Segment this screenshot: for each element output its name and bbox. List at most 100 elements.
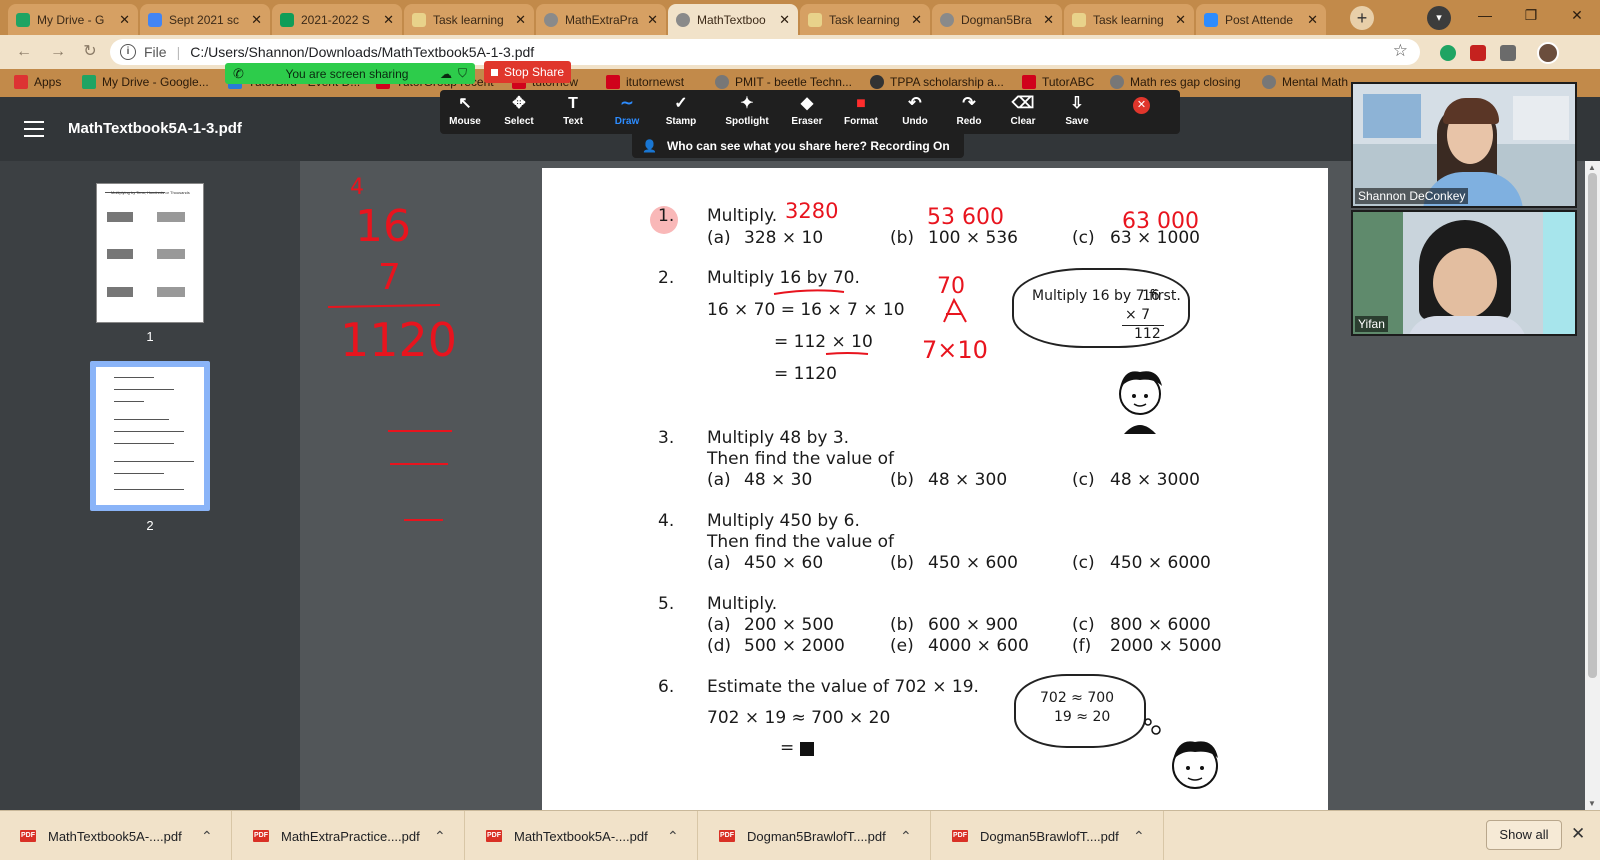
tab-3[interactable]: Task learning ✕ — [404, 4, 534, 35]
tool-format[interactable]: ■ Format — [836, 94, 886, 127]
tool-draw[interactable]: ∼ Draw — [602, 94, 652, 127]
thumb-block — [107, 287, 133, 297]
tool-select[interactable]: ✥ Select — [494, 94, 544, 127]
bookmark-tutorabc[interactable]: TutorABC — [1022, 75, 1094, 89]
scroll-down-icon[interactable]: ▼ — [1588, 799, 1596, 808]
part-label: (d) — [707, 636, 732, 656]
reload-button[interactable]: ↻ — [78, 41, 102, 63]
page-thumbnail-1[interactable]: Multiplying by Tens, Hundreds or Thousan… — [96, 183, 204, 323]
chevron-up-icon[interactable]: ⌃ — [667, 828, 697, 845]
task-icon — [808, 12, 822, 27]
page-thumbnail-2-selected[interactable] — [90, 361, 210, 511]
bookmark-pmit[interactable]: PMIT - beetle Techn... — [715, 75, 852, 89]
bookmark-star-icon[interactable]: ☆ — [1393, 41, 1408, 61]
tool-clear[interactable]: ⌫ Clear — [998, 94, 1048, 127]
download-item[interactable]: PDF MathTextbook5A-....pdf ⌃ — [0, 811, 232, 860]
download-item[interactable]: PDF MathExtraPractice....pdf ⌃ — [233, 811, 465, 860]
close-icon[interactable]: ✕ — [251, 12, 262, 28]
bookmark-my-drive[interactable]: My Drive - Google... — [82, 75, 209, 89]
page-thumbnail-2[interactable] — [96, 367, 204, 505]
close-icon[interactable]: ✕ — [119, 12, 130, 28]
extension-icon[interactable] — [1440, 45, 1456, 61]
forward-button[interactable]: → — [46, 41, 70, 63]
address-bar[interactable]: i File | C:/Users/Shannon/Downloads/Math… — [110, 39, 1420, 65]
thumb-line — [114, 389, 174, 390]
ublock-icon[interactable] — [1470, 45, 1486, 61]
scroll-thumb[interactable] — [1588, 173, 1597, 678]
bookmark-itutornewst[interactable]: itutornewst — [606, 75, 684, 89]
close-icon[interactable]: ✕ — [383, 12, 394, 28]
thumb-block — [157, 212, 185, 222]
tab-title: Sept 2021 sc — [169, 12, 240, 27]
bookmark-tppa[interactable]: TPPA scholarship a... — [870, 75, 1004, 89]
part-label: (e) — [890, 636, 914, 656]
bookmark-mental-math[interactable]: Mental Math — [1262, 75, 1348, 89]
page-ink-layer: 3280 53 600 63 000 70 7×10 — [773, 199, 1199, 364]
extensions-puzzle-icon[interactable] — [1500, 45, 1516, 61]
window-close-button[interactable]: ✕ — [1554, 0, 1600, 30]
part-label: (c) — [1072, 470, 1095, 490]
close-icon[interactable]: ✕ — [1571, 824, 1585, 844]
download-item[interactable]: PDF MathTextbook5A-....pdf ⌃ — [466, 811, 698, 860]
back-button[interactable]: ← — [12, 41, 36, 63]
tab-5[interactable]: MathTextboo ✕ — [668, 4, 798, 35]
download-name: Dogman5BrawlofT....pdf — [747, 828, 886, 844]
tab-1[interactable]: Sept 2021 sc ✕ — [140, 4, 270, 35]
close-icon[interactable]: ✕ — [1043, 12, 1054, 28]
chevron-up-icon[interactable]: ⌃ — [1133, 828, 1163, 845]
bookmark-label: My Drive - Google... — [102, 75, 209, 89]
close-icon[interactable]: ✕ — [515, 12, 526, 28]
close-annotation-button[interactable]: ✕ — [1133, 97, 1150, 114]
restore-button[interactable]: ❐ — [1508, 0, 1554, 30]
apps-grid-icon — [14, 75, 28, 89]
new-tab-button[interactable]: + — [1350, 6, 1374, 30]
chevron-up-icon[interactable]: ⌃ — [434, 828, 464, 845]
download-item[interactable]: PDF Dogman5BrawlofT....pdf ⌃ — [932, 811, 1164, 860]
tool-save[interactable]: ⇩ Save — [1052, 94, 1102, 127]
tool-spotlight[interactable]: ✦ Spotlight — [716, 94, 778, 127]
tool-redo[interactable]: ↷ Redo — [944, 94, 994, 127]
chevron-up-icon[interactable]: ⌃ — [900, 828, 930, 845]
tool-undo[interactable]: ↶ Undo — [890, 94, 940, 127]
tab-2[interactable]: 2021-2022 S ✕ — [272, 4, 402, 35]
thumb-line — [114, 443, 174, 444]
minimize-button[interactable]: — — [1462, 0, 1508, 30]
wall-poster — [1363, 94, 1421, 138]
show-all-button[interactable]: Show all — [1486, 820, 1562, 850]
tab-6[interactable]: Task learning ✕ — [800, 4, 930, 35]
tool-label: Eraser — [791, 116, 823, 127]
close-icon[interactable]: ✕ — [779, 12, 790, 28]
video-tile-participant[interactable]: Yifan — [1351, 210, 1577, 336]
vertical-scrollbar[interactable]: ▲ ▼ — [1585, 161, 1600, 810]
video-tile-host[interactable]: Shannon DeConkey — [1351, 82, 1577, 208]
info-icon[interactable]: i — [120, 44, 136, 60]
menu-icon[interactable] — [24, 121, 44, 137]
tab-4[interactable]: MathExtraPra ✕ — [536, 4, 666, 35]
close-icon[interactable]: ✕ — [1307, 12, 1318, 28]
ink-digit-4: 4 — [350, 175, 364, 200]
close-icon[interactable]: ✕ — [911, 12, 922, 28]
download-item[interactable]: PDF Dogman5BrawlofT....pdf ⌃ — [699, 811, 931, 860]
screen-sharing-badge[interactable]: ✆ You are screen sharing ☁ ⛉ — [225, 63, 475, 84]
tool-eraser[interactable]: ◆ Eraser — [782, 94, 832, 127]
stop-share-button[interactable]: Stop Share — [484, 61, 571, 83]
tool-mouse[interactable]: ↖ Mouse — [440, 94, 490, 127]
tab-search-button[interactable]: ▾ — [1427, 6, 1451, 30]
chevron-up-icon[interactable]: ⌃ — [201, 828, 231, 845]
recording-notice[interactable]: 👤 Who can see what you share here? Recor… — [632, 134, 964, 158]
tool-text[interactable]: T Text — [548, 94, 598, 127]
bookmark-math-res[interactable]: Math res gap closing — [1110, 75, 1241, 89]
close-icon[interactable]: ✕ — [647, 12, 658, 28]
profile-avatar[interactable] — [1537, 42, 1559, 64]
tab-0[interactable]: My Drive - G ✕ — [8, 4, 138, 35]
scroll-up-icon[interactable]: ▲ — [1588, 163, 1596, 172]
ink-number-16: 16 — [355, 201, 411, 252]
download-name: Dogman5BrawlofT....pdf — [980, 828, 1119, 844]
bookmark-apps[interactable]: Apps — [14, 75, 61, 89]
tab-8[interactable]: Task learning ✕ — [1064, 4, 1194, 35]
tool-stamp[interactable]: ✓ Stamp — [656, 94, 706, 127]
close-icon[interactable]: ✕ — [1175, 12, 1186, 28]
tab-7[interactable]: Dogman5Bra ✕ — [932, 4, 1062, 35]
cloud-icon: ☁ — [439, 66, 452, 81]
tab-9[interactable]: Post Attende ✕ — [1196, 4, 1326, 35]
